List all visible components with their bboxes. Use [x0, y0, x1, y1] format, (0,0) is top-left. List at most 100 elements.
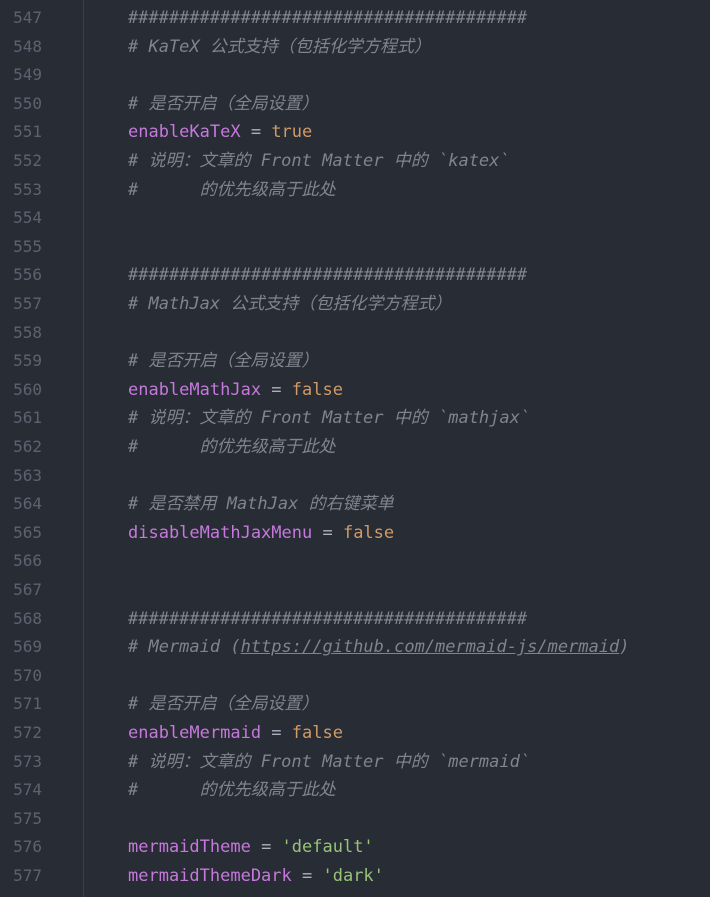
line-number: 551	[13, 122, 42, 142]
line-content: # 是否开启（全局设置）	[128, 690, 318, 719]
comment-text: # 是否禁用 MathJax 的右键菜单	[128, 494, 394, 515]
code-line[interactable]: 560 enableMathJax = false	[0, 376, 710, 405]
code-line[interactable]: 551 enableKaTeX = true	[0, 118, 710, 147]
line-number: 564	[13, 494, 42, 514]
line-content: # Mermaid (https://github.com/mermaid-js…	[128, 633, 630, 662]
line-number: 573	[13, 751, 42, 771]
comment-text: # 是否开启（全局设置）	[128, 93, 319, 114]
line-number: 563	[13, 465, 42, 485]
line-number: 561	[13, 408, 42, 428]
config-key: enableKaTeX	[128, 122, 241, 143]
comment-text: )	[619, 637, 630, 658]
comment-text: # 说明：文章的 Front Matter 中的 `mathjax`	[128, 408, 531, 429]
comment-text: # 是否开启（全局设置）	[128, 694, 319, 715]
code-line[interactable]: 548 # KaTeX 公式支持（包括化学方程式）	[0, 33, 710, 62]
code-line[interactable]: 562 # 的优先级高于此处	[0, 433, 710, 462]
code-line[interactable]: 565 disableMathJaxMenu = false	[0, 519, 710, 548]
line-content: enableMathJax = false	[128, 376, 343, 405]
code-editor[interactable]: 547 #####################################…	[0, 0, 710, 897]
line-content: # 是否开启（全局设置）	[128, 90, 318, 119]
line-number: 565	[13, 522, 42, 542]
line-number: 567	[13, 580, 42, 599]
line-number: 577	[13, 866, 42, 885]
config-key: mermaidThemeDark	[128, 866, 292, 886]
url-link[interactable]: https://github.com/mermaid-js/mermaid	[241, 637, 620, 657]
line-content: enableMermaid = false	[128, 719, 343, 748]
line-content: disableMathJaxMenu = false	[128, 519, 394, 548]
equals-operator: =	[261, 723, 292, 743]
config-key: enableMermaid	[128, 723, 262, 743]
code-line[interactable]: 564 # 是否禁用 MathJax 的右键菜单	[0, 490, 710, 519]
line-number: 569	[13, 637, 42, 657]
equals-operator: =	[261, 379, 292, 400]
code-line[interactable]: 559 # 是否开启（全局设置）	[0, 347, 710, 376]
comment-text: # 说明：文章的 Front Matter 中的 `katex`	[128, 151, 510, 171]
config-value: 'dark'	[322, 866, 384, 886]
line-content: #######################################	[128, 261, 527, 290]
code-line[interactable]: 569 # Mermaid (https://github.com/mermaid…	[0, 633, 710, 662]
code-line[interactable]: 576 mermaidTheme = 'default'	[0, 833, 710, 862]
line-number: 555	[13, 236, 42, 256]
line-number: 571	[13, 694, 42, 714]
line-content: # 说明：文章的 Front Matter 中的 `katex`	[128, 147, 510, 176]
code-line[interactable]: 556 #####################################…	[0, 261, 710, 290]
code-line[interactable]: 549	[0, 61, 710, 90]
line-content: mermaidTheme = 'default'	[128, 833, 374, 862]
line-content: #######################################	[128, 605, 527, 634]
line-number: 549	[13, 65, 42, 85]
code-line[interactable]: 574 # 的优先级高于此处	[0, 776, 710, 805]
code-line[interactable]: 553 # 的优先级高于此处	[0, 176, 710, 205]
line-number: 552	[13, 151, 42, 170]
config-key: enableMathJax	[128, 379, 262, 400]
equals-operator: =	[312, 522, 343, 543]
code-line[interactable]: 557 # MathJax 公式支持（包括化学方程式）	[0, 290, 710, 319]
line-number: 558	[13, 322, 42, 342]
line-number: 566	[13, 551, 42, 571]
line-number: 548	[13, 36, 42, 56]
code-line[interactable]: 573 # 说明：文章的 Front Matter 中的 `mermaid`	[0, 748, 710, 777]
line-content: mermaidThemeDark = 'dark'	[128, 862, 384, 891]
code-line[interactable]: 575	[0, 805, 710, 834]
comment-text: # Mermaid (	[128, 637, 241, 658]
code-line[interactable]: 570	[0, 662, 710, 691]
line-number: 568	[13, 608, 42, 628]
line-content: # 的优先级高于此处	[128, 433, 336, 462]
code-line[interactable]: 568 #####################################…	[0, 605, 710, 634]
line-number: 572	[13, 723, 42, 742]
comment-text: # 是否开启（全局设置）	[128, 351, 319, 372]
code-line[interactable]: 555	[0, 233, 710, 262]
line-content: enableKaTeX = true	[128, 118, 312, 147]
config-value: false	[291, 723, 343, 743]
code-line[interactable]: 552 # 说明：文章的 Front Matter 中的 `katex`	[0, 147, 710, 176]
line-number: 557	[13, 294, 42, 313]
config-value: 'default'	[281, 837, 374, 858]
code-line[interactable]: 558	[0, 319, 710, 348]
comment-text: # 的优先级高于此处	[128, 437, 336, 457]
code-line[interactable]: 572 enableMermaid = false	[0, 719, 710, 748]
comment-text: # KaTeX 公式支持（包括化学方程式）	[128, 36, 431, 57]
code-line[interactable]: 571 # 是否开启（全局设置）	[0, 690, 710, 719]
code-line[interactable]: 566	[0, 547, 710, 576]
code-line[interactable]: 561 # 说明：文章的 Front Matter 中的 `mathjax`	[0, 404, 710, 433]
code-line[interactable]: 550 # 是否开启（全局设置）	[0, 90, 710, 119]
line-number: 576	[13, 837, 42, 857]
line-content: # MathJax 公式支持（包括化学方程式）	[128, 290, 451, 319]
comment-text: #######################################	[128, 608, 528, 629]
code-line[interactable]: 554	[0, 204, 710, 233]
line-number: 559	[13, 351, 42, 371]
line-content: # 说明：文章的 Front Matter 中的 `mathjax`	[128, 404, 530, 433]
code-line[interactable]: 577 mermaidThemeDark = 'dark'	[0, 862, 710, 891]
code-line[interactable]: 547 #####################################…	[0, 4, 710, 33]
line-content: #######################################	[128, 4, 527, 33]
line-number: 570	[13, 665, 42, 685]
config-value: false	[342, 522, 395, 543]
line-content: # 说明：文章的 Front Matter 中的 `mermaid`	[128, 748, 530, 777]
comment-text: #######################################	[128, 8, 528, 28]
code-line[interactable]: 567	[0, 576, 710, 605]
equals-operator: =	[291, 866, 323, 886]
comment-text: # 的优先级高于此处	[128, 179, 336, 200]
line-number: 550	[13, 93, 42, 113]
config-value: true	[271, 122, 313, 143]
code-line[interactable]: 563	[0, 462, 710, 491]
line-content: # 是否禁用 MathJax 的右键菜单	[128, 490, 394, 519]
